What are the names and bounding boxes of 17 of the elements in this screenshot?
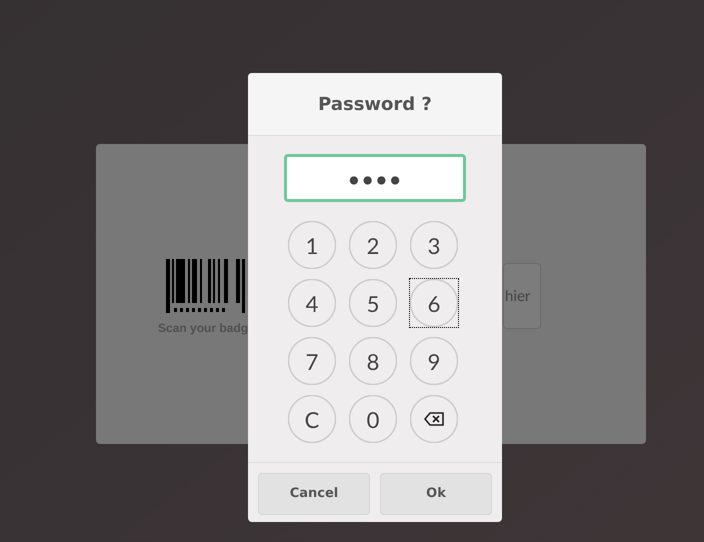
- digit-key[interactable]: 2: [348, 220, 398, 270]
- digit-key[interactable]: 4: [287, 278, 337, 328]
- digit-key[interactable]: 7: [287, 336, 337, 386]
- password-field[interactable]: ••••: [284, 154, 466, 202]
- digit-key[interactable]: 0: [348, 394, 398, 444]
- digit-key[interactable]: 8: [348, 336, 398, 386]
- dialog-button[interactable]: Ok: [380, 473, 492, 515]
- clear-key[interactable]: C: [287, 394, 337, 444]
- digit-key[interactable]: 5: [348, 278, 398, 328]
- dialog-button[interactable]: Cancel: [258, 473, 370, 515]
- digit-key[interactable]: 1: [287, 220, 337, 270]
- digit-key[interactable]: 3: [409, 220, 459, 270]
- digit-key[interactable]: 6: [409, 278, 459, 328]
- dialog-title: Password ?: [318, 92, 432, 116]
- backspace-icon: [424, 412, 444, 426]
- barcode-icon: [166, 259, 246, 313]
- digit-key[interactable]: 9: [409, 336, 459, 386]
